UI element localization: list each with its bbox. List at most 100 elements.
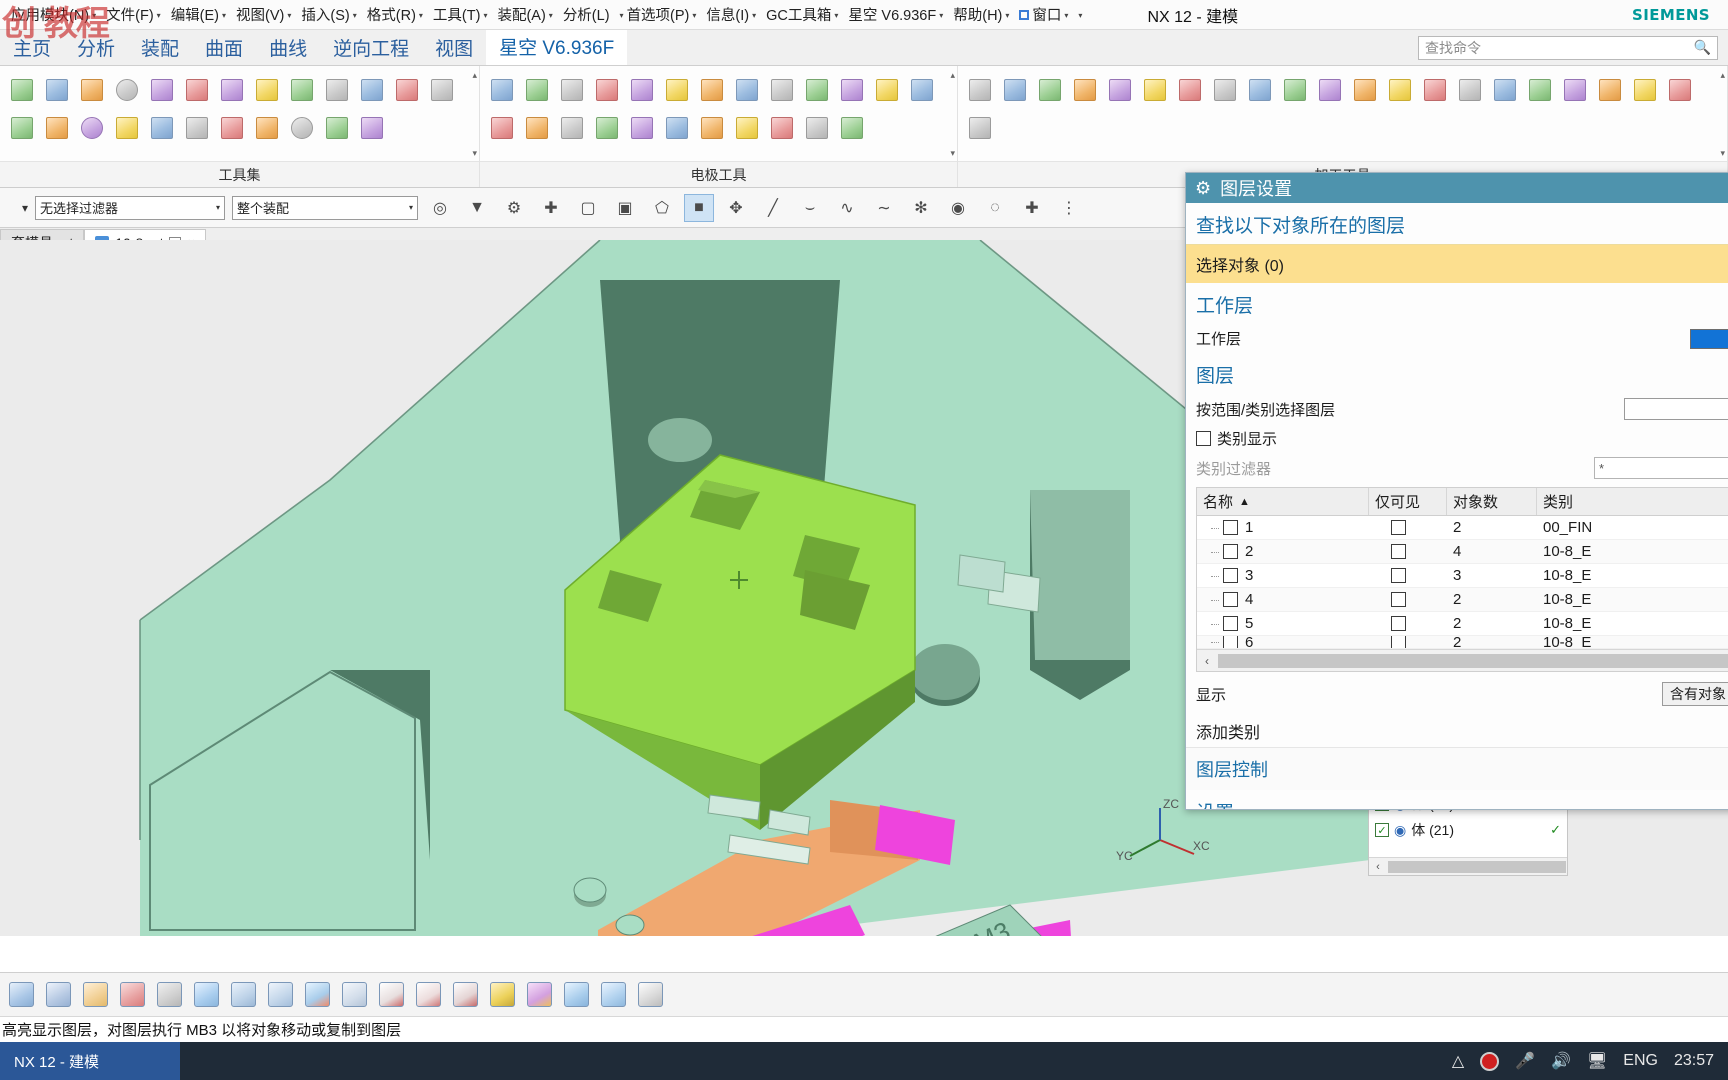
checkbox-checked-icon[interactable]: ✓ (1375, 823, 1389, 837)
layer-table[interactable]: 名称 ▲ 仅可见 对象数 类别 1 2 00_FIN 2 4 10-8_E 3 (1196, 487, 1728, 672)
row-visible-only-checkbox[interactable] (1391, 616, 1406, 631)
selection-filter-dropdown[interactable]: 无选择过滤器 ▾ (35, 195, 225, 220)
circle-quadrant-icon[interactable]: ◌ (980, 194, 1010, 222)
scroll-thumb[interactable] (1218, 653, 1728, 668)
orient-view-icon[interactable]: ✥ (721, 194, 751, 222)
tool-icon-24[interactable] (354, 109, 389, 147)
render-shaded-edges-icon[interactable]: ■ (684, 193, 714, 222)
search-input[interactable]: 查找命令 🔍 (1418, 35, 1718, 60)
electrode-icon-2[interactable] (519, 71, 554, 109)
ribbon-electrode-scroll-down-icon[interactable]: ▾ (950, 148, 955, 159)
tool-icon-4[interactable] (109, 71, 144, 109)
electrode-icon-16[interactable] (554, 109, 589, 147)
electrode-icon-7[interactable] (694, 71, 729, 109)
category-display-checkbox[interactable] (1196, 431, 1211, 446)
wave-geometry-icon[interactable] (596, 978, 630, 1012)
machining-icon-2[interactable] (997, 71, 1032, 109)
trim-curve-icon[interactable] (374, 978, 408, 1012)
machining-icon-15[interactable] (1452, 71, 1487, 109)
machining-icon-11[interactable] (1312, 71, 1347, 109)
row-checkbox[interactable] (1223, 636, 1238, 648)
work-layer-value-field[interactable] (1690, 328, 1728, 349)
crosshair-icon[interactable]: ✚ (1017, 194, 1047, 222)
category-display-row[interactable]: 类别显示 (1186, 424, 1728, 453)
column-header-name[interactable]: 名称 ▲ (1197, 488, 1369, 515)
extrude-icon[interactable] (226, 978, 260, 1012)
machining-icon-19[interactable] (1592, 71, 1627, 109)
electrode-icon-18[interactable] (624, 109, 659, 147)
more-snap-icon[interactable]: ⋮ (1054, 194, 1084, 222)
machining-icon-21[interactable] (1662, 71, 1697, 109)
display-dropdown[interactable]: 含有对象 (1662, 682, 1728, 706)
tool-icon-7[interactable] (214, 71, 249, 109)
tool-icon-19[interactable] (179, 109, 214, 147)
nav-row-body-21[interactable]: ✓ ◉ 体 (21) ✓ (1369, 817, 1567, 843)
electrode-icon-9[interactable] (764, 71, 799, 109)
menu-item-window[interactable]: 窗口 ▾ (1014, 2, 1073, 27)
cylinder-icon[interactable] (485, 978, 519, 1012)
measure-icon[interactable] (633, 978, 667, 1012)
table-row[interactable]: 6 2 10-8_E (1197, 636, 1728, 649)
electrode-icon-24[interactable] (834, 109, 869, 147)
row-visible-only-checkbox[interactable] (1391, 636, 1406, 648)
tool-icon-22[interactable] (284, 109, 319, 147)
tool-icon-20[interactable] (214, 109, 249, 147)
row-checkbox[interactable] (1223, 616, 1238, 631)
tool-icon-10[interactable] (319, 71, 354, 109)
row-checkbox[interactable] (1223, 592, 1238, 607)
scroll-left-icon[interactable]: ‹ (1197, 654, 1217, 668)
tool-icon-23[interactable] (319, 109, 354, 147)
menu-item-edit[interactable]: 编辑(E) ▾ (166, 2, 231, 27)
machining-icon-7[interactable] (1172, 71, 1207, 109)
electrode-icon-17[interactable] (589, 109, 624, 147)
electrode-icon-3[interactable] (554, 71, 589, 109)
tool-icon-9[interactable] (284, 71, 319, 109)
point-set-icon[interactable]: ✻ (906, 194, 936, 222)
category-filter-input[interactable]: * (1594, 457, 1728, 479)
machining-icon-22[interactable] (962, 109, 997, 147)
machining-icon-18[interactable] (1557, 71, 1592, 109)
electrode-icon-15[interactable] (519, 109, 554, 147)
scroll-left-icon[interactable]: ‹ (1369, 861, 1387, 873)
tool-icon-17[interactable] (109, 109, 144, 147)
ribbon-machining-scroll-up-icon[interactable]: ▴ (1720, 70, 1725, 81)
filter-settings-icon[interactable]: ⚙ (499, 194, 529, 222)
tool-icon-13[interactable] (424, 71, 459, 109)
range-input[interactable] (1624, 398, 1728, 420)
electrode-icon-6[interactable] (659, 71, 694, 109)
tray-expand-icon[interactable]: △ (1452, 1051, 1464, 1071)
menu-item-application[interactable]: 应用模块(N) ▾ (6, 2, 101, 27)
tool-icon-1[interactable] (4, 71, 39, 109)
row-visible-only-checkbox[interactable] (1391, 520, 1406, 535)
render-shaded-icon[interactable]: ⬠ (647, 194, 677, 222)
project-curve-icon[interactable] (411, 978, 445, 1012)
taskbar-app-nx[interactable]: NX 12 - 建模 (0, 1042, 180, 1080)
scroll-thumb[interactable] (1388, 860, 1566, 873)
row-visible-only-checkbox[interactable] (1391, 544, 1406, 559)
record-icon[interactable] (1480, 1051, 1500, 1071)
tool-icon-8[interactable] (249, 71, 284, 109)
tab-home[interactable]: 主页 (0, 30, 64, 65)
tab-view[interactable]: 视图 (422, 30, 486, 65)
row-visible-only-checkbox[interactable] (1391, 568, 1406, 583)
machining-icon-10[interactable] (1277, 71, 1312, 109)
machining-icon-6[interactable] (1137, 71, 1172, 109)
tool-icon-18[interactable] (144, 109, 179, 147)
ribbon-scroll-down-icon[interactable]: ▾ (472, 148, 477, 159)
language-indicator[interactable]: ENG (1623, 1052, 1658, 1070)
ribbon-machining-scroll-down-icon[interactable]: ▾ (1720, 148, 1725, 159)
machining-icon-1[interactable] (962, 71, 997, 109)
tool-icon-5[interactable] (144, 71, 179, 109)
menu-item-information[interactable]: 信息(I) ▾ (701, 2, 761, 27)
circle-center-icon[interactable]: ◉ (943, 194, 973, 222)
selection-scope-dropdown[interactable]: 整个装配 ▾ (232, 195, 418, 220)
machining-icon-17[interactable] (1522, 71, 1557, 109)
tool-icon-21[interactable] (249, 109, 284, 147)
row-checkbox[interactable] (1223, 568, 1238, 583)
electrode-icon-8[interactable] (729, 71, 764, 109)
menu-item-analysis[interactable]: 分析(L) (558, 2, 615, 27)
menu-item-overflow[interactable]: ▾ (1073, 8, 1087, 21)
row-visible-only-checkbox[interactable] (1391, 592, 1406, 607)
electrode-icon-4[interactable] (589, 71, 624, 109)
box-view-icon[interactable]: ▢ (573, 194, 603, 222)
